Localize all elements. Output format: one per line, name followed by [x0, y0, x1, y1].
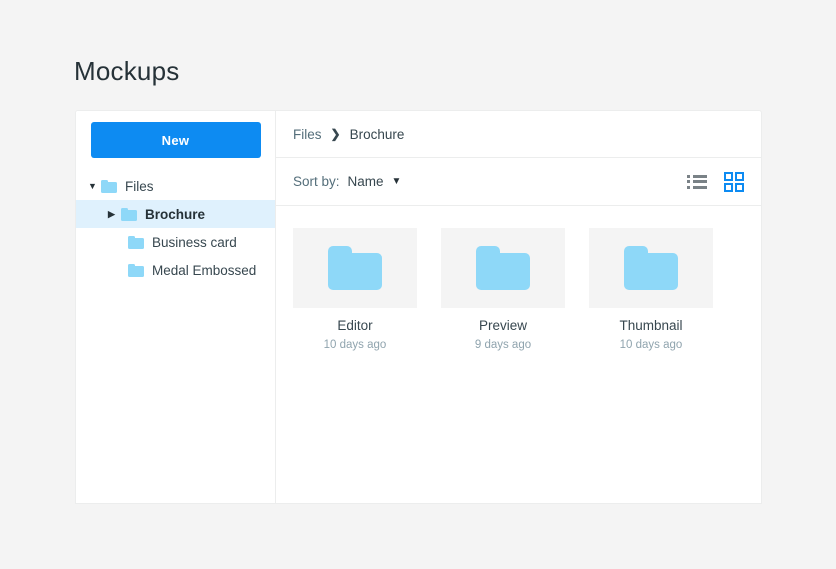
tree-item-business-card[interactable]: Business card — [76, 228, 275, 256]
view-toggle-group — [687, 171, 744, 192]
folder-icon — [101, 179, 117, 193]
breadcrumb-item-files[interactable]: Files — [293, 127, 322, 142]
breadcrumb-separator-icon: ❯ — [330, 127, 341, 141]
folder-icon — [121, 207, 137, 221]
toolbar: Sort by: Name ▼ — [276, 158, 761, 206]
file-name: Editor — [337, 318, 373, 333]
sidebar: New ▼ Files ▶ Brochure Business card Medal Em… — [76, 111, 276, 503]
sort-by-label: Sort by: — [293, 174, 340, 189]
folder-icon — [476, 246, 530, 290]
tree-item-label: Medal Embossed — [152, 262, 257, 278]
file-modified-time: 10 days ago — [619, 339, 683, 351]
file-thumbnail — [441, 228, 565, 308]
file-modified-time: 9 days ago — [474, 339, 532, 351]
tree-item-files[interactable]: ▼ Files — [76, 172, 275, 200]
file-name: Preview — [478, 318, 527, 333]
chevron-down-icon[interactable]: ▼ — [392, 176, 402, 187]
folder-icon — [128, 235, 144, 249]
page-title: Mockups — [74, 56, 180, 86]
file-grid: Editor 10 days ago Preview 9 days ago Thumbn… — [276, 206, 761, 503]
file-card[interactable]: Preview 9 days ago — [441, 228, 565, 351]
tree-item-medal-embossed[interactable]: Medal Embossed — [76, 256, 275, 284]
tree-item-label: Brochure — [145, 206, 206, 222]
tree-item-label: Files — [125, 178, 154, 194]
breadcrumb-item-brochure[interactable]: Brochure — [350, 127, 405, 142]
caret-right-icon[interactable]: ▶ — [108, 209, 121, 219]
file-name: Thumbnail — [619, 318, 683, 333]
list-view-icon[interactable] — [687, 174, 707, 189]
folder-icon — [128, 263, 144, 277]
content-area: Files ❯ Brochure Sort by: Name ▼ Editor 10 … — [276, 111, 761, 503]
file-manager-panel: New ▼ Files ▶ Brochure Business card Medal Em… — [75, 110, 762, 504]
file-modified-time: 10 days ago — [323, 339, 387, 351]
grid-view-icon[interactable] — [724, 171, 744, 192]
file-card[interactable]: Editor 10 days ago — [293, 228, 417, 351]
folder-tree: ▼ Files ▶ Brochure Business card Medal Emboss… — [76, 172, 275, 284]
tree-item-brochure[interactable]: ▶ Brochure — [76, 200, 275, 228]
tree-item-label: Business card — [152, 234, 237, 250]
folder-icon — [328, 246, 382, 290]
sort-by-value[interactable]: Name — [348, 174, 384, 189]
breadcrumb: Files ❯ Brochure — [276, 111, 761, 158]
new-button[interactable]: New — [90, 122, 261, 158]
folder-icon — [624, 246, 678, 290]
caret-down-icon[interactable]: ▼ — [88, 181, 101, 191]
file-thumbnail — [589, 228, 713, 308]
file-card[interactable]: Thumbnail 10 days ago — [589, 228, 713, 351]
file-thumbnail — [293, 228, 417, 308]
